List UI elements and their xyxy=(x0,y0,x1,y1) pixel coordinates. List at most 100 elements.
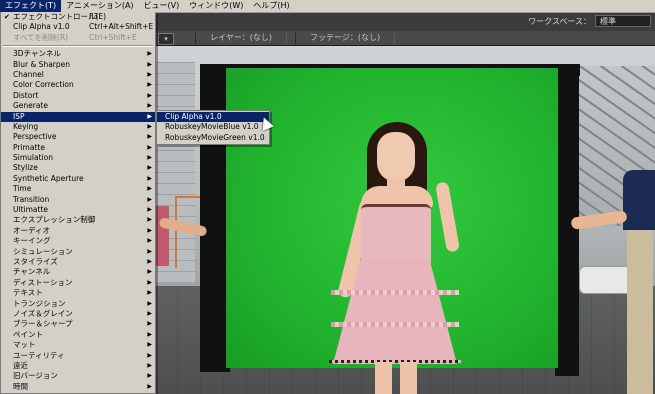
effect-category-label: マット xyxy=(13,340,36,350)
effect-category-item[interactable]: 3Dチャンネル ▶ xyxy=(1,49,155,59)
submenu-arrow-icon: ▶ xyxy=(147,81,152,89)
effect-category-item[interactable]: トランジション ▶ xyxy=(1,299,155,309)
effect-category-label: ディストーション xyxy=(13,277,73,287)
effect-category-item[interactable]: 時間 ▶ xyxy=(1,382,155,392)
subject-woman xyxy=(315,122,475,394)
effect-category-item[interactable]: キーイング ▶ xyxy=(1,236,155,246)
tab-footage[interactable]: フッテージ：(なし) xyxy=(295,32,396,44)
effect-category-label: Primatte xyxy=(13,142,45,152)
legs xyxy=(375,362,417,394)
effect-category-item[interactable]: Blur & Sharpen ▶ xyxy=(1,60,155,70)
tab-layer[interactable]: レイヤー：(なし) xyxy=(195,32,288,44)
effect-menu-item-shortcut: Ctrl+Shift+E xyxy=(89,32,137,42)
submenu-arrow-icon: ▶ xyxy=(147,226,152,234)
effect-category-label: Keying xyxy=(13,121,39,131)
effect-category-label: Stylize xyxy=(13,163,38,173)
effect-menu: ✔ エフェクトコントロール(E) F3 Clip Alpha v1.0 Ctrl+Alt… xyxy=(0,12,156,394)
submenu-arrow-icon: ▶ xyxy=(147,289,152,297)
effect-menu-item[interactable]: ✔ エフェクトコントロール(E) F3 xyxy=(1,12,155,22)
menu-effect[interactable]: エフェクト(T) xyxy=(0,0,62,12)
isp-submenu-item[interactable]: RobuskeyMovieGreen v1.0 xyxy=(157,133,269,143)
menu-separator xyxy=(3,45,153,48)
effect-category-label: エクスプレッション制御 xyxy=(13,215,96,225)
submenu-arrow-icon: ▶ xyxy=(147,247,152,255)
effect-category-label: ノイズ＆グレイン xyxy=(13,308,73,318)
effect-category-item[interactable]: シミュレーション ▶ xyxy=(1,247,155,257)
effect-category-item[interactable]: Perspective ▶ xyxy=(1,132,155,142)
workspace-label: ワークスペース： xyxy=(528,17,591,26)
menu-window[interactable]: ウィンドウ(W) xyxy=(184,0,248,12)
submenu-arrow-icon: ▶ xyxy=(147,341,152,349)
effect-category-label: チャンネル xyxy=(13,267,51,277)
submenu-arrow-icon: ▶ xyxy=(147,361,152,369)
menu-animation[interactable]: アニメーション(A) xyxy=(61,0,138,12)
effect-category-label: Color Correction xyxy=(13,80,74,90)
effect-category-item[interactable]: ディストーション ▶ xyxy=(1,278,155,288)
menu-help[interactable]: ヘルプ(H) xyxy=(248,0,294,12)
isp-submenu-item[interactable]: RobuskeyMovieBlue v1.0 xyxy=(157,122,269,132)
viewer-tab-strip: ▾ レイヤー：(なし) フッテージ：(なし) xyxy=(155,31,655,46)
effect-category-item[interactable]: 遠近 ▶ xyxy=(1,361,155,371)
effect-category-label: Ultimatte xyxy=(13,205,48,215)
effect-category-item[interactable]: Synthetic Aperture ▶ xyxy=(1,174,155,184)
submenu-arrow-icon: ▶ xyxy=(147,122,152,130)
submenu-arrow-icon: ▶ xyxy=(147,174,152,182)
effect-category-label: Distort xyxy=(13,90,39,100)
effect-category-label: キーイング xyxy=(13,236,51,246)
workspace-select[interactable]: 標準 xyxy=(595,15,651,27)
person-right-edge xyxy=(570,170,655,394)
effect-category-item[interactable]: ブラー＆シャープ ▶ xyxy=(1,319,155,329)
effect-category-item[interactable]: スタイライズ ▶ xyxy=(1,257,155,267)
effect-category-item[interactable]: Stylize ▶ xyxy=(1,163,155,173)
effect-category-item[interactable]: マット ▶ xyxy=(1,340,155,350)
arm-right xyxy=(435,181,460,253)
effect-category-label: Generate xyxy=(13,101,49,111)
effect-category-item[interactable]: ユーティリティ ▶ xyxy=(1,351,155,361)
effect-category-label: テキスト xyxy=(13,288,43,298)
effect-category-item[interactable]: Time ▶ xyxy=(1,184,155,194)
submenu-arrow-icon: ▶ xyxy=(147,154,152,162)
effect-category-label: ブラー＆シャープ xyxy=(13,319,73,329)
effect-category-label: スタイライズ xyxy=(13,256,58,266)
effect-category-item[interactable]: チャンネル ▶ xyxy=(1,267,155,277)
isp-submenu-item[interactable]: Clip Alpha v1.0 xyxy=(157,112,269,123)
submenu-arrow-icon: ▶ xyxy=(147,372,152,380)
composition-viewer[interactable] xyxy=(155,46,655,394)
effect-category-item[interactable]: Keying ▶ xyxy=(1,122,155,132)
effect-category-label: ペイント xyxy=(13,329,43,339)
effect-category-item[interactable]: Generate ▶ xyxy=(1,101,155,111)
effect-category-label: オーディオ xyxy=(13,225,50,235)
submenu-arrow-icon: ▶ xyxy=(147,195,152,203)
panel-menu-chevron-icon[interactable]: ▾ xyxy=(158,33,174,45)
effect-category-label: 3Dチャンネル xyxy=(13,49,61,59)
dress-bodice xyxy=(361,204,431,267)
effect-category-item[interactable]: テキスト ▶ xyxy=(1,288,155,298)
effect-category-item[interactable]: Distort ▶ xyxy=(1,91,155,101)
effect-category-item[interactable]: 旧バージョン ▶ xyxy=(1,371,155,381)
effect-category-item[interactable]: ペイント ▶ xyxy=(1,330,155,340)
effect-category-item[interactable]: Transition ▶ xyxy=(1,195,155,205)
submenu-arrow-icon: ▶ xyxy=(147,278,152,286)
person-right-shirt xyxy=(623,170,655,230)
effect-menu-item[interactable]: Clip Alpha v1.0 Ctrl+Alt+Shift+E xyxy=(1,22,155,32)
submenu-arrow-icon: ▶ xyxy=(147,133,152,141)
effect-category-item[interactable]: ISP ▶ xyxy=(1,111,155,122)
effect-category-item[interactable]: Channel ▶ xyxy=(1,70,155,80)
effect-category-label: Blur & Sharpen xyxy=(13,59,71,69)
submenu-arrow-icon: ▶ xyxy=(147,309,152,317)
effect-category-item[interactable]: オーディオ ▶ xyxy=(1,226,155,236)
submenu-arrow-icon: ▶ xyxy=(147,164,152,172)
effect-category-item[interactable]: Color Correction ▶ xyxy=(1,80,155,90)
effect-category-item[interactable]: エクスプレッション制御 ▶ xyxy=(1,215,155,225)
submenu-arrow-icon: ▶ xyxy=(147,143,152,151)
menu-view[interactable]: ビュー(V) xyxy=(139,0,185,12)
effect-menu-item: すべてを削除(R) Ctrl+Shift+E xyxy=(1,33,155,43)
face xyxy=(377,132,415,182)
submenu-arrow-icon: ▶ xyxy=(147,382,152,390)
submenu-arrow-icon: ▶ xyxy=(147,351,152,359)
effect-category-item[interactable]: Ultimatte ▶ xyxy=(1,205,155,215)
effect-category-item[interactable]: Simulation ▶ xyxy=(1,153,155,163)
effect-category-item[interactable]: Primatte ▶ xyxy=(1,143,155,153)
effect-category-item[interactable]: ノイズ＆グレイン ▶ xyxy=(1,309,155,319)
effect-category-label: Transition xyxy=(13,194,50,204)
